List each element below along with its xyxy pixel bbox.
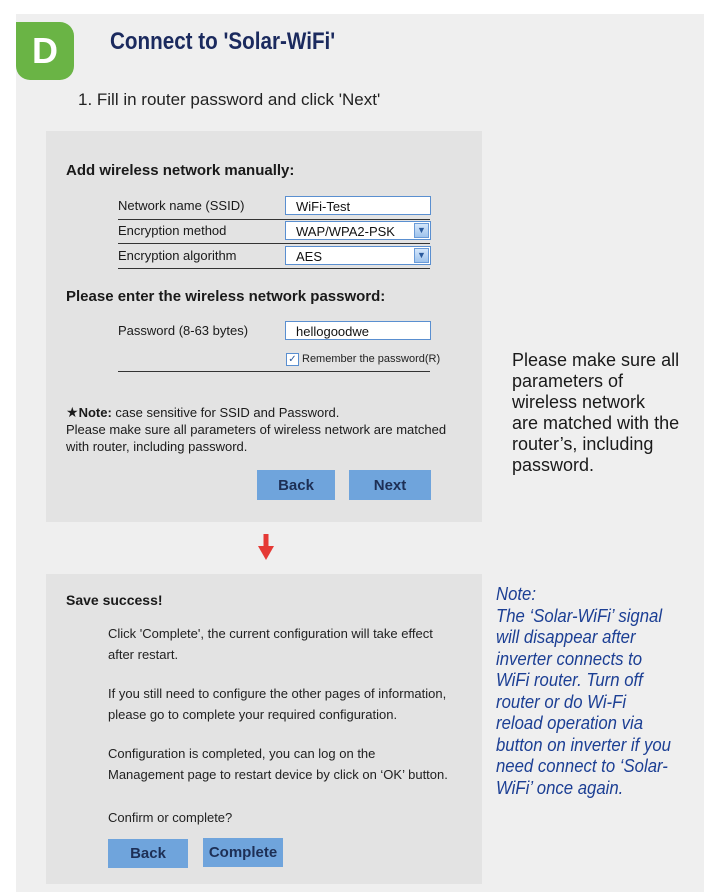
success-paragraph-2: If you still need to configure the other… [108, 683, 468, 725]
chevron-down-icon[interactable]: ▼ [414, 223, 429, 238]
side-text-line: wireless network [512, 392, 646, 412]
text-line: Click 'Complete', the current configurat… [108, 626, 433, 641]
arrow-down-icon [258, 534, 274, 560]
back-button[interactable]: Back [257, 470, 335, 500]
encryption-select[interactable]: WAP/WPA2-PSK ▼ [285, 221, 431, 240]
text-line: If you still need to configure the other… [108, 686, 447, 701]
success-paragraph-4: Confirm or complete? [108, 810, 233, 825]
text-line: after restart. [108, 647, 179, 662]
note-line-3: with router, including password. [66, 439, 248, 454]
chevron-down-icon[interactable]: ▼ [414, 248, 429, 263]
divider [118, 268, 430, 269]
divider [118, 219, 430, 220]
note-line: reload operation via [496, 713, 644, 733]
password-input[interactable]: hellogoodwe [285, 321, 431, 340]
encryption-value: WAP/WPA2-PSK [296, 224, 395, 239]
algorithm-label: Encryption algorithm [118, 248, 237, 263]
side-text-line: parameters of [512, 371, 624, 391]
text-line: please go to complete your required conf… [108, 707, 398, 722]
algorithm-select[interactable]: AES ▼ [285, 246, 431, 265]
ssid-label: Network name (SSID) [118, 198, 245, 213]
note-line: button on inverter if you [496, 734, 671, 755]
password-label: Password (8-63 bytes) [118, 323, 249, 338]
success-paragraph-1: Click 'Complete', the current configurat… [108, 623, 468, 665]
complete-button[interactable]: Complete [203, 838, 283, 867]
note-line: will disappear after [496, 627, 636, 647]
star-icon: ★ [66, 404, 79, 420]
note-line: WiFi’ once again. [496, 777, 624, 798]
note-line-1: ★Note: case sensitive for SSID and Passw… [66, 404, 339, 421]
text-line: Management page to restart device by cli… [108, 767, 448, 782]
note-line: inverter connects to [496, 648, 643, 669]
back-button[interactable]: Back [108, 839, 188, 868]
algorithm-value: AES [296, 249, 323, 264]
note-text: case sensitive for SSID and Password. [111, 405, 340, 420]
form-heading: Add wireless network manually: [66, 162, 295, 179]
note-line: need connect to ‘Solar- [496, 756, 668, 776]
section-badge: D [16, 22, 74, 80]
note-bold: Note: [78, 405, 112, 420]
note-line: WiFi router. Turn off [496, 670, 643, 690]
note-line: The ‘Solar-WiFi’ signal [496, 605, 663, 626]
side-instructions: Please make sure all parameters of wirel… [512, 350, 697, 476]
remember-checkbox[interactable]: ✓ [286, 353, 299, 366]
page-title: Connect to 'Solar-WiFi' [110, 28, 336, 55]
ssid-input[interactable]: WiFi-Test [285, 196, 431, 215]
success-paragraph-3: Configuration is completed, you can log … [108, 743, 468, 785]
text-line: Configuration is completed, you can log … [108, 746, 376, 761]
next-button[interactable]: Next [349, 470, 431, 500]
note-line: Note: [496, 584, 537, 604]
side-text-line: Please make sure all [512, 350, 680, 370]
side-text-line: router’s, including [512, 434, 654, 454]
note-line-2: Please make sure all parameters of wirel… [66, 422, 447, 437]
password-heading: Please enter the wireless network passwo… [66, 288, 386, 305]
step-instruction: 1. Fill in router password and click 'Ne… [78, 90, 381, 109]
divider [118, 371, 430, 372]
remember-label: Remember the password(R) [302, 353, 441, 365]
note-line: router or do Wi-Fi [496, 691, 627, 712]
divider [118, 243, 430, 244]
side-note: Note: The ‘Solar-WiFi’ signal will disap… [496, 584, 700, 799]
encryption-label: Encryption method [118, 223, 227, 238]
success-heading: Save success! [66, 592, 163, 608]
side-text-line: password. [512, 455, 595, 475]
side-text-line: are matched with the [512, 413, 680, 433]
